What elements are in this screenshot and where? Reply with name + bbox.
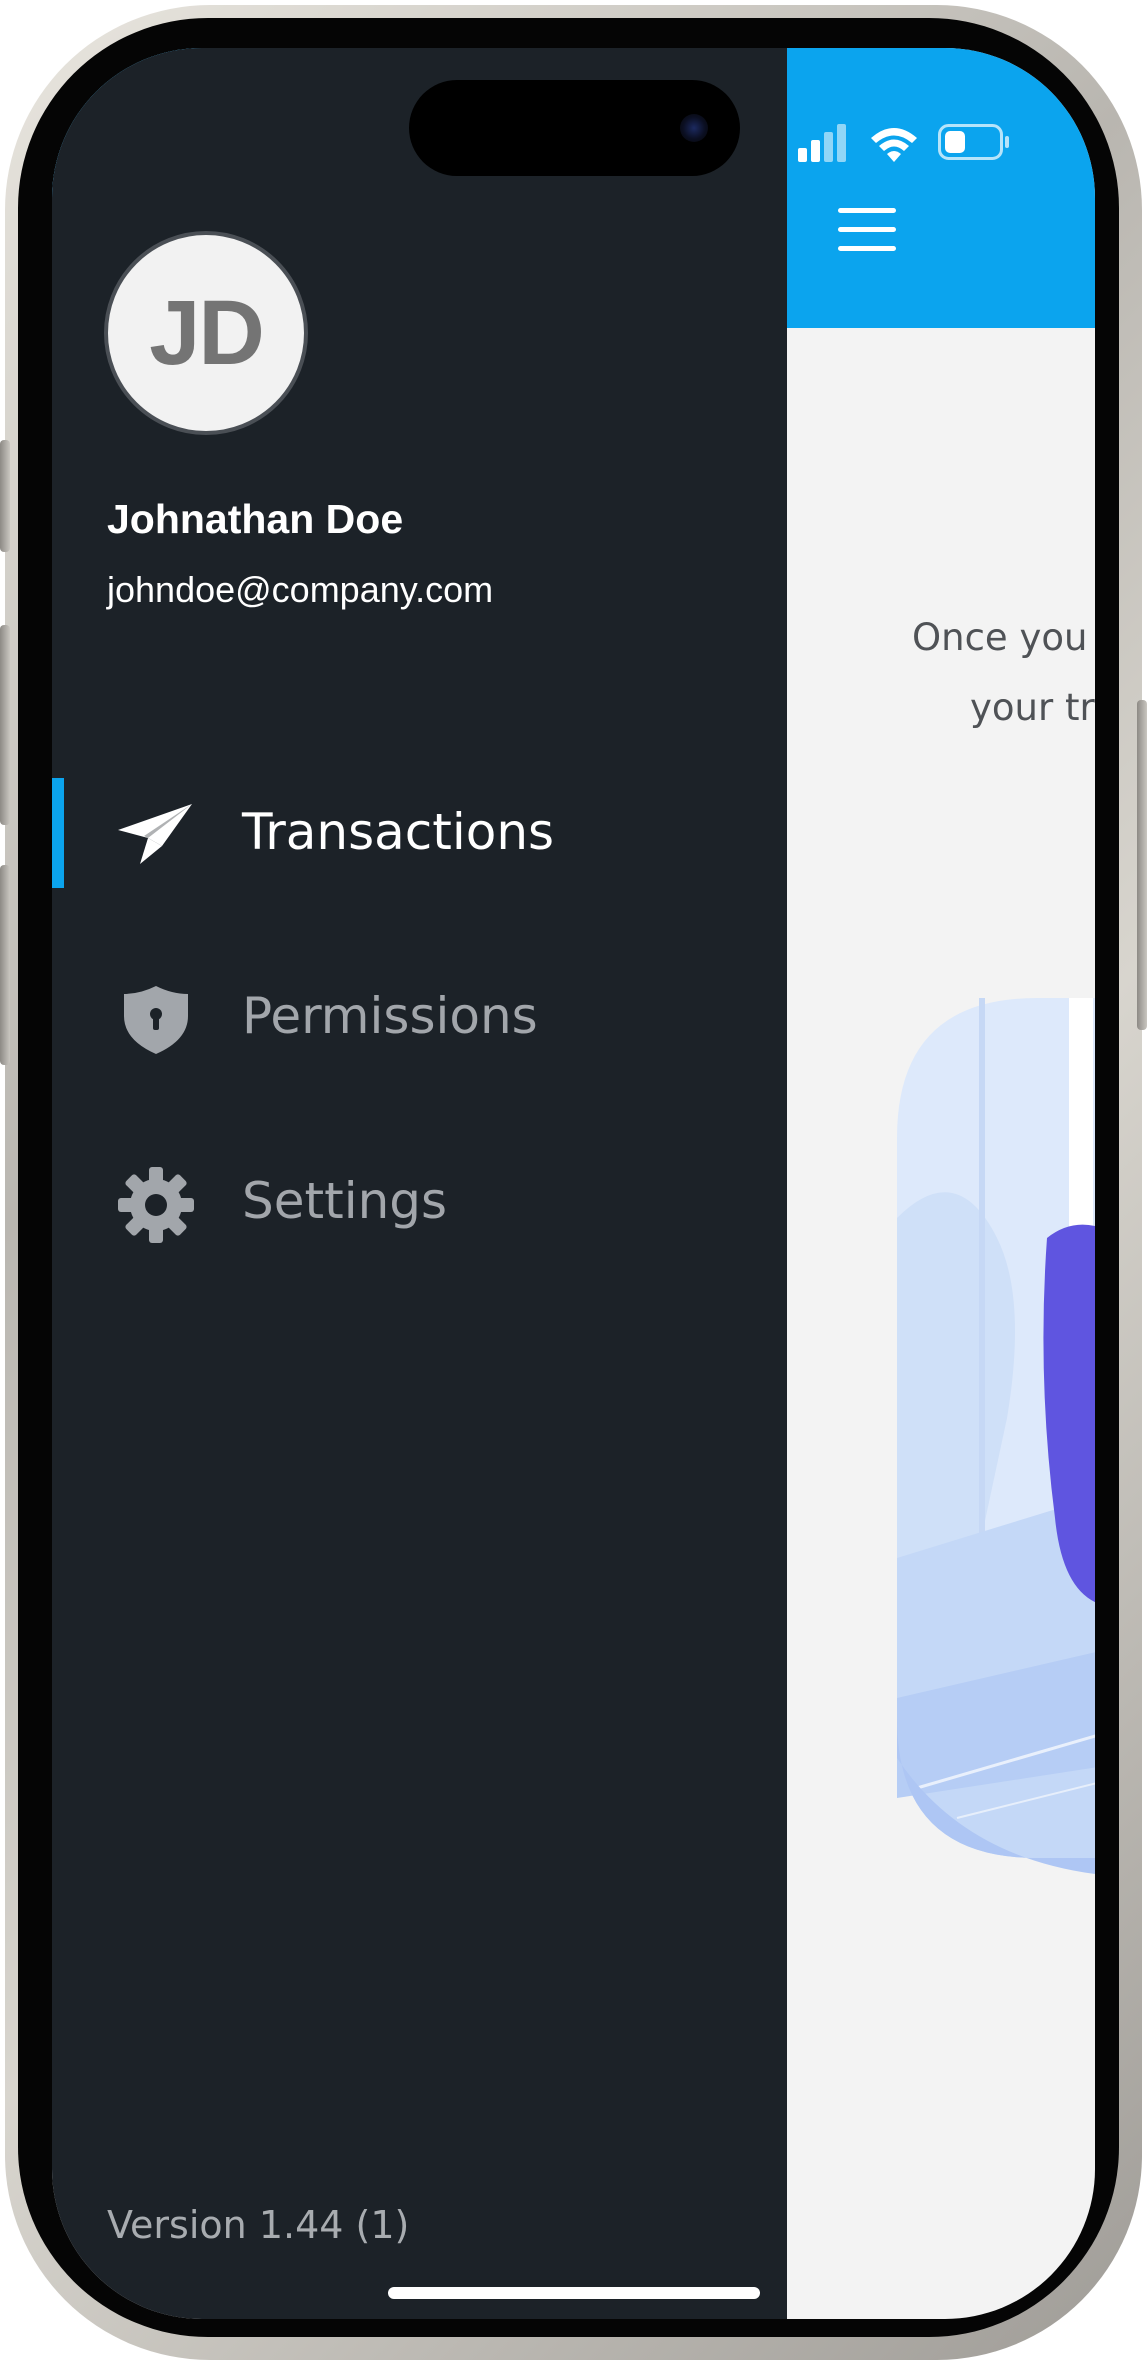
gear-icon bbox=[118, 1167, 194, 1243]
avatar[interactable]: JD bbox=[104, 231, 308, 435]
camera-lens bbox=[680, 114, 708, 142]
drawer-item-permissions[interactable]: Permissions bbox=[52, 962, 787, 1072]
empty-state-line-1: Once you bbox=[912, 616, 1088, 659]
avatar-initials: JD bbox=[149, 281, 265, 384]
navigation-drawer: JD Johnathan Doe johndoe@company.com Tra… bbox=[52, 48, 787, 2319]
drawer-item-label: Transactions bbox=[242, 803, 555, 861]
user-email: johndoe@company.com bbox=[107, 569, 494, 610]
volume-down-button bbox=[0, 865, 10, 1065]
paper-plane-icon bbox=[118, 804, 192, 864]
hamburger-menu-icon[interactable] bbox=[838, 208, 896, 252]
status-bar bbox=[798, 124, 1009, 162]
cellular-signal-icon bbox=[798, 124, 846, 162]
empty-state-line-2: your tr bbox=[970, 686, 1095, 729]
app-version: Version 1.44 (1) bbox=[107, 2203, 410, 2247]
user-name: Johnathan Doe bbox=[107, 496, 404, 542]
drawer-item-label: Permissions bbox=[242, 987, 538, 1045]
wifi-icon bbox=[871, 128, 917, 162]
empty-state-text: Once you your tr bbox=[912, 603, 1095, 743]
drawer-item-settings[interactable]: Settings bbox=[52, 1147, 787, 1257]
dynamic-island bbox=[409, 80, 740, 176]
active-indicator bbox=[52, 778, 64, 888]
screen: Once you your tr JD Johnathan Doe johndo… bbox=[52, 48, 1095, 2319]
empty-state-illustration bbox=[897, 998, 1095, 1874]
home-indicator[interactable] bbox=[388, 2287, 760, 2299]
drawer-item-label: Settings bbox=[242, 1172, 448, 1230]
shield-lock-icon bbox=[124, 986, 188, 1054]
battery-icon bbox=[938, 124, 1009, 160]
drawer-item-transactions[interactable]: Transactions bbox=[52, 778, 787, 888]
volume-up-button bbox=[0, 625, 10, 825]
power-button bbox=[1137, 700, 1147, 1030]
action-button bbox=[0, 440, 10, 552]
